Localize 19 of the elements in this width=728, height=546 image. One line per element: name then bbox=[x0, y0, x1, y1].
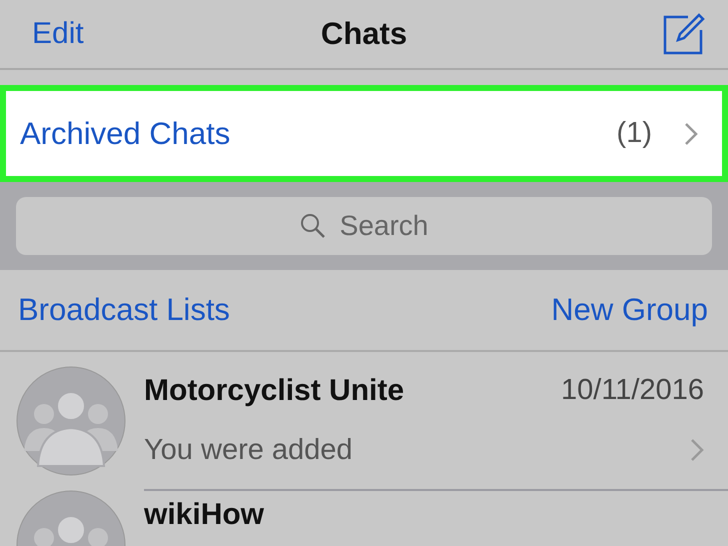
screen-title: Chats bbox=[320, 16, 408, 52]
chat-row[interactable]: wikiHow bbox=[0, 490, 728, 546]
chat-row[interactable]: Motorcyclist Unite 10/11/2016 You were added bbox=[0, 352, 728, 490]
archived-chats-label: Archived Chats bbox=[20, 116, 232, 152]
chevron-icon bbox=[684, 122, 698, 146]
archived-chats-row[interactable]: Archived Chats (1) bbox=[0, 85, 728, 182]
edit-button[interactable]: Edit bbox=[32, 17, 84, 51]
chat-name: wikiHow bbox=[144, 498, 264, 532]
new-group-link[interactable]: New Group bbox=[551, 292, 708, 328]
search-field[interactable]: Search bbox=[16, 197, 712, 255]
group-avatar-icon bbox=[16, 366, 126, 476]
search-icon bbox=[300, 213, 326, 239]
chat-date: 10/11/2016 bbox=[561, 374, 704, 408]
archived-count: (1) bbox=[616, 117, 652, 150]
message-preview: You were added bbox=[144, 434, 353, 466]
chevron-icon bbox=[690, 438, 704, 462]
broadcast-lists-link[interactable]: Broadcast Lists bbox=[18, 292, 230, 328]
chat-name: Motorcyclist Unite bbox=[144, 374, 404, 408]
compose-icon[interactable] bbox=[662, 12, 706, 56]
